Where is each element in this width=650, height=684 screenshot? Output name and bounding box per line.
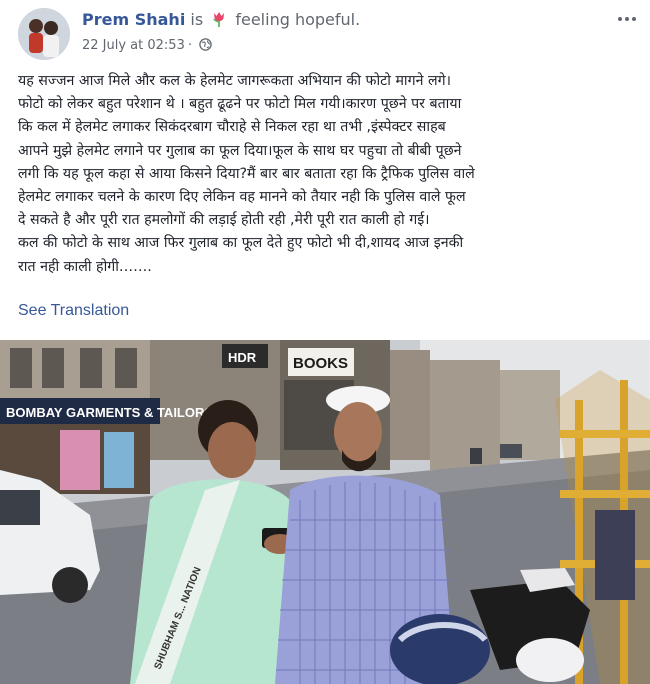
tulip-icon xyxy=(210,10,228,32)
post-text-line: लगी कि यह फूल कहा से आया किसने दिया?मैं … xyxy=(18,165,475,182)
author-line: Prem Shahi is feeling hopeful. xyxy=(82,10,360,32)
post-text-line: रात नही काली होगी……. xyxy=(18,258,152,275)
post-body: यह सज्जन आज मिले और कल के हेलमेट जागरूकत… xyxy=(18,70,638,279)
author-avatar[interactable] xyxy=(18,8,70,60)
feeling-text: feeling hopeful. xyxy=(235,10,361,29)
author-name[interactable]: Prem Shahi xyxy=(82,10,185,29)
feeling-prefix: is xyxy=(190,10,204,29)
post-text-line: कि कल में हेलमेट लगाकर सिकंदरबाग चौराहे … xyxy=(18,119,446,136)
post-text-line: यह सज्जन आज मिले और कल के हेलमेट जागरूकत… xyxy=(18,73,451,89)
post-meta: 22 July at 02:53 · xyxy=(82,38,212,55)
post-text-line: फोटो को लेकर बहुत परेशान थे । बहुत ढूढने… xyxy=(18,96,462,113)
books-sign: BOOKS xyxy=(293,355,348,372)
post-text-line: हेलमेट लगाकर चलने के कारण दिए लेकिन वह म… xyxy=(18,189,466,206)
post-photo[interactable]: BOMBAY GARMENTS & TAILORS HDR BOOKS SHUB… xyxy=(0,340,650,684)
see-translation-link[interactable]: See Translation xyxy=(18,302,129,320)
post-text-line: दे सकते है और पूरी रात हमलोगों की लड़ाई … xyxy=(18,212,430,229)
garments-sign: BOMBAY GARMENTS & TAILORS xyxy=(6,405,213,420)
post-text-line: कल की फोटो के साथ आज फिर गुलाब का फूल दे… xyxy=(18,235,464,252)
feed-post: Prem Shahi is feeling hopeful. 22 July a… xyxy=(0,0,650,684)
post-text-line: आपने मुझे हेलमेट लगाने पर गुलाब का फूल द… xyxy=(18,142,462,159)
post-timestamp[interactable]: 22 July at 02:53 xyxy=(82,38,185,53)
globe-icon[interactable] xyxy=(199,38,212,55)
post-header: Prem Shahi is feeling hopeful. 22 July a… xyxy=(0,0,650,70)
ellipsis-icon[interactable] xyxy=(614,10,640,28)
hdr-sign: HDR xyxy=(228,350,257,365)
meta-separator: · xyxy=(187,38,192,53)
